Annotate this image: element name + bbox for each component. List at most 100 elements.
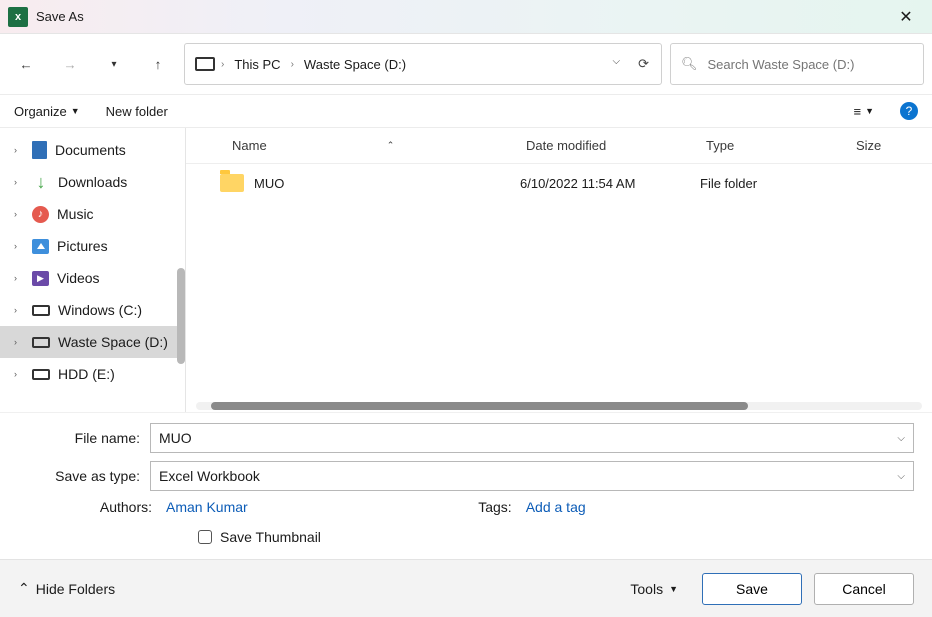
chevron-right-icon: ›: [14, 273, 24, 283]
sort-indicator: ⌃: [381, 140, 401, 151]
chevron-right-icon: ›: [14, 209, 24, 219]
organize-button[interactable]: Organize ▼: [14, 104, 80, 119]
tools-label: Tools: [630, 581, 663, 597]
sidebar-item-documents[interactable]: › Documents: [0, 134, 185, 166]
chevron-right-icon: ›: [14, 305, 24, 315]
forward-button[interactable]: →: [52, 46, 88, 82]
filename-input[interactable]: MUO ⌵: [150, 423, 914, 453]
column-headers: Name⌃ Date modified Type Size: [186, 128, 932, 164]
authors-value[interactable]: Aman Kumar: [166, 499, 248, 515]
sidebar-scrollbar[interactable]: [177, 268, 185, 364]
sidebar-label: Downloads: [58, 174, 127, 190]
breadcrumb-this-pc[interactable]: This PC: [230, 57, 284, 72]
hide-folders-label: Hide Folders: [36, 581, 115, 597]
dialog-footer: ⌃ Hide Folders Tools ▼ Save Cancel: [0, 559, 932, 617]
pictures-icon: [32, 239, 49, 254]
chevron-up-icon: ⌃: [18, 580, 30, 597]
authors-label: Authors:: [44, 499, 152, 515]
chevron-down-icon: ▼: [669, 584, 678, 594]
savetype-value: Excel Workbook: [159, 468, 260, 484]
sidebar-item-downloads[interactable]: › ↓ Downloads: [0, 166, 185, 198]
sidebar-item-hdd-e[interactable]: › HDD (E:): [0, 358, 185, 390]
sidebar-label: HDD (E:): [58, 366, 115, 382]
col-header-type[interactable]: Type: [700, 138, 850, 153]
savetype-select[interactable]: Excel Workbook ⌵: [150, 461, 914, 491]
sidebar-item-waste-space-d[interactable]: › Waste Space (D:): [0, 326, 185, 358]
chevron-right-icon: ›: [14, 369, 24, 379]
filename-label: File name:: [18, 430, 150, 446]
nav-row: ← → ▾ ↑ › This PC › Waste Space (D:) ⌵ ⟳…: [0, 34, 932, 94]
col-header-name[interactable]: Name⌃: [220, 138, 520, 153]
file-name-cell: MUO: [220, 174, 520, 192]
view-mode-button[interactable]: ≡ ▼: [853, 104, 874, 119]
toolbar: Organize ▼ New folder ≡ ▼ ?: [0, 94, 932, 128]
col-header-size[interactable]: Size: [850, 138, 920, 153]
chevron-down-icon: ▼: [865, 106, 874, 116]
breadcrumb-sep: ›: [291, 59, 294, 70]
body-area: › Documents › ↓ Downloads › ♪ Music › Pi…: [0, 128, 932, 412]
file-name: MUO: [254, 176, 284, 191]
search-input[interactable]: [708, 57, 913, 72]
breadcrumb-sep: ›: [221, 59, 224, 70]
sidebar-label: Documents: [55, 142, 126, 158]
cancel-button[interactable]: Cancel: [814, 573, 914, 605]
file-list-pane: Name⌃ Date modified Type Size MUO 6/10/2…: [186, 128, 932, 412]
drive-icon: [195, 57, 215, 71]
sidebar-item-music[interactable]: › ♪ Music: [0, 198, 185, 230]
sidebar-label: Waste Space (D:): [58, 334, 168, 350]
sidebar-item-videos[interactable]: › ▶ Videos: [0, 262, 185, 294]
savetype-label: Save as type:: [18, 468, 150, 484]
close-button[interactable]: ✕: [888, 0, 924, 33]
breadcrumb-drive[interactable]: Waste Space (D:): [300, 57, 410, 72]
folder-icon: [220, 174, 244, 192]
chevron-right-icon: ›: [14, 241, 24, 251]
help-button[interactable]: ?: [900, 102, 918, 120]
drive-icon: [32, 337, 50, 348]
drive-icon: [32, 369, 50, 380]
sidebar-item-pictures[interactable]: › Pictures: [0, 230, 185, 262]
chevron-right-icon: ›: [14, 337, 24, 347]
sidebar-item-windows-c[interactable]: › Windows (C:): [0, 294, 185, 326]
new-folder-button[interactable]: New folder: [106, 104, 168, 119]
file-type-cell: File folder: [700, 176, 850, 191]
chevron-right-icon: ›: [14, 177, 24, 187]
downloads-icon: ↓: [32, 173, 50, 191]
address-bar[interactable]: › This PC › Waste Space (D:) ⌵ ⟳: [184, 43, 662, 85]
save-button[interactable]: Save: [702, 573, 802, 605]
up-button[interactable]: ↑: [140, 46, 176, 82]
new-folder-label: New folder: [106, 104, 168, 119]
chevron-down-icon[interactable]: ⌵: [897, 471, 905, 482]
search-icon: 🔍︎: [681, 56, 698, 72]
tools-menu[interactable]: Tools ▼: [630, 581, 678, 597]
filename-value: MUO: [159, 430, 192, 446]
tags-value[interactable]: Add a tag: [526, 499, 586, 515]
tags-label: Tags:: [472, 499, 512, 515]
horizontal-scrollbar[interactable]: [196, 402, 922, 412]
save-thumbnail-checkbox[interactable]: [198, 530, 212, 544]
address-dropdown[interactable]: ⌵: [613, 56, 621, 72]
music-icon: ♪: [32, 206, 49, 223]
save-thumbnail-label: Save Thumbnail: [220, 529, 321, 545]
sidebar-label: Windows (C:): [58, 302, 142, 318]
drive-icon: [32, 305, 50, 316]
chevron-down-icon: ▼: [71, 106, 80, 116]
window-title: Save As: [36, 9, 84, 24]
sidebar-label: Pictures: [57, 238, 108, 254]
refresh-button[interactable]: ⟳: [638, 56, 649, 72]
file-date-cell: 6/10/2022 11:54 AM: [520, 176, 700, 191]
save-form: File name: MUO ⌵ Save as type: Excel Wor…: [0, 412, 932, 559]
chevron-right-icon: ›: [14, 145, 24, 155]
list-icon: ≡: [853, 104, 861, 119]
sidebar: › Documents › ↓ Downloads › ♪ Music › Pi…: [0, 128, 186, 412]
file-row[interactable]: MUO 6/10/2022 11:54 AM File folder: [186, 164, 932, 202]
search-box[interactable]: 🔍︎: [670, 43, 924, 85]
sidebar-label: Videos: [57, 270, 100, 286]
col-header-date[interactable]: Date modified: [520, 138, 700, 153]
organize-label: Organize: [14, 104, 67, 119]
chevron-down-icon[interactable]: ⌵: [897, 433, 905, 444]
documents-icon: [32, 141, 47, 159]
hide-folders-button[interactable]: ⌃ Hide Folders: [18, 580, 115, 597]
back-button[interactable]: ←: [8, 46, 44, 82]
recent-button[interactable]: ▾: [96, 46, 132, 82]
excel-icon: x: [8, 7, 28, 27]
